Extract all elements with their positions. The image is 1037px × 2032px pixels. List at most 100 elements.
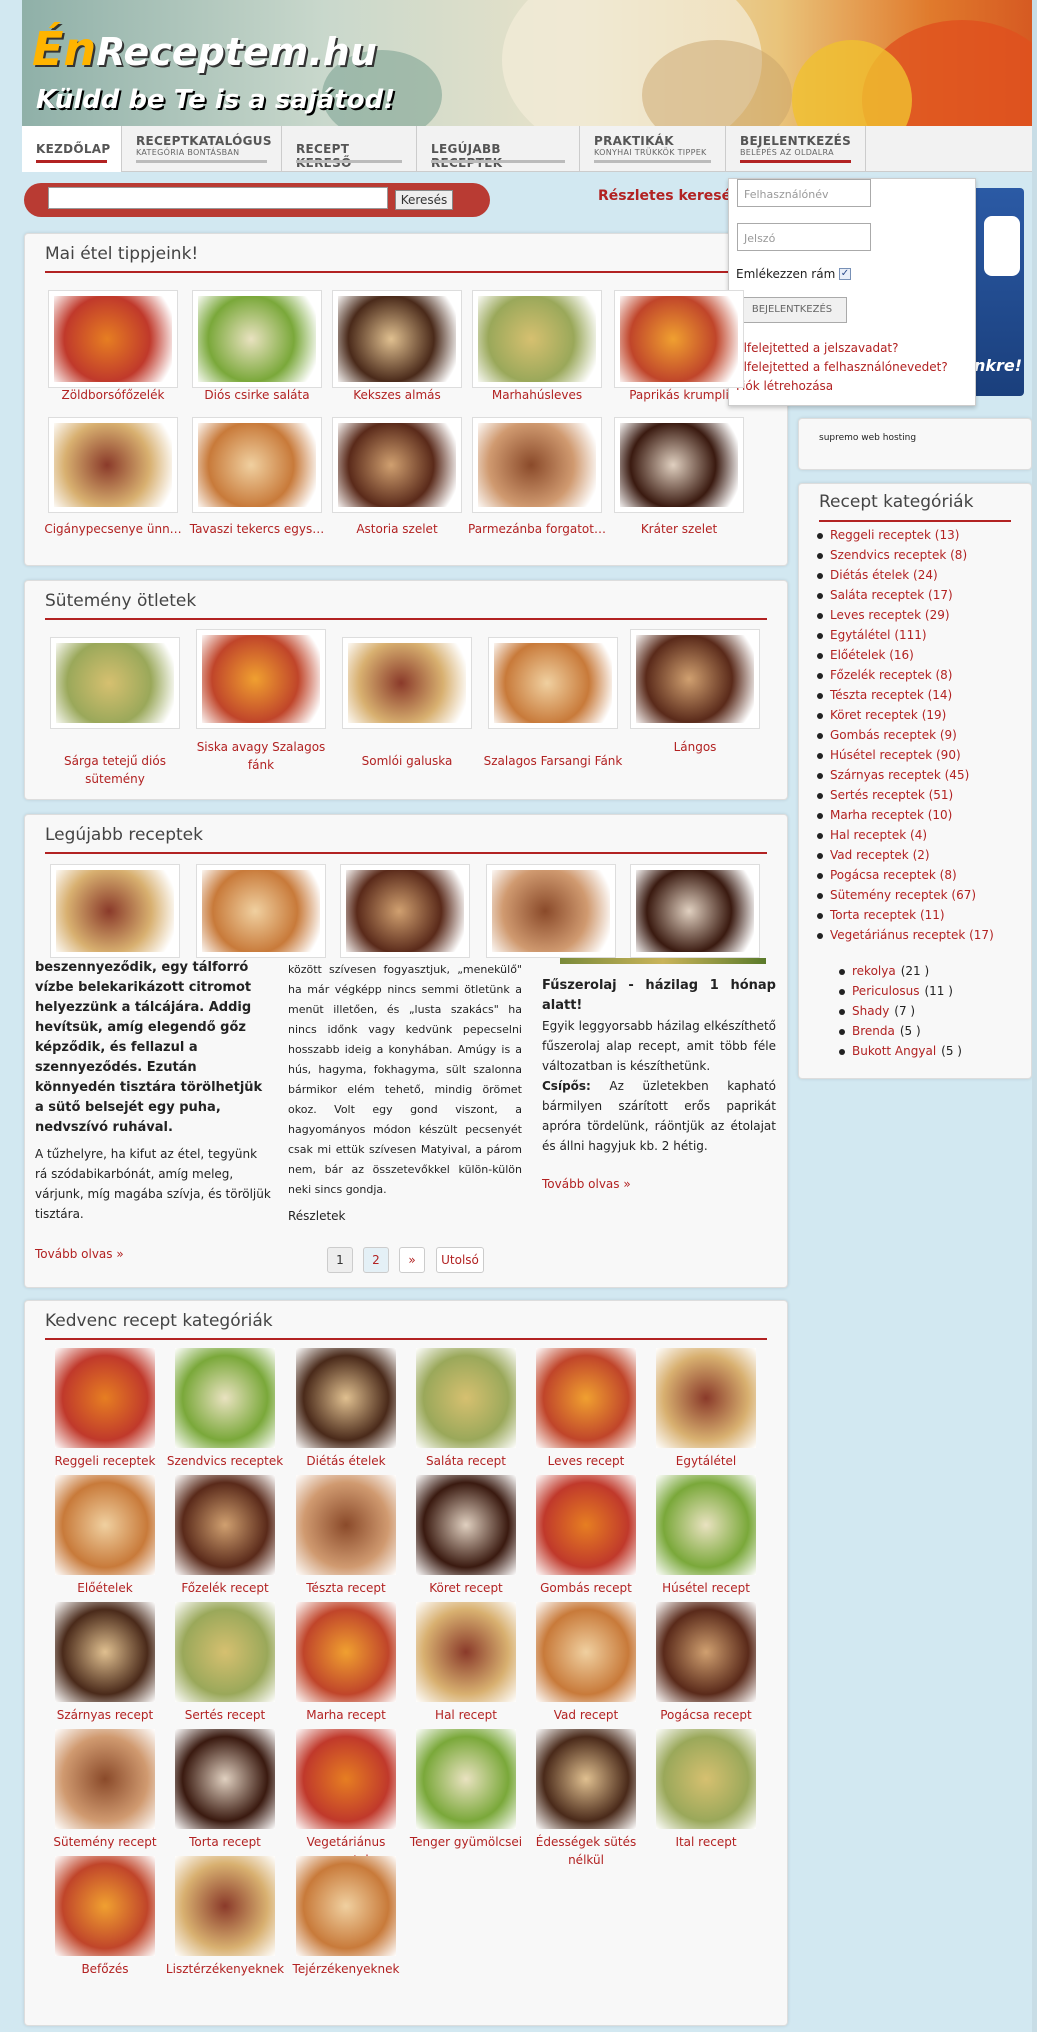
cake-thumb[interactable] [196,629,326,729]
top-user-item[interactable]: Bukott Angyal (5 ) [839,1044,962,1058]
side-category-item[interactable]: Köret receptek (19) [817,708,946,722]
category-image[interactable] [656,1348,756,1448]
top-user-item[interactable]: Periculosus (11 ) [839,984,953,998]
side-category-item[interactable]: Szárnyas receptek (45) [817,768,969,782]
newest-thumb[interactable] [486,864,616,958]
username-input[interactable]: Felhasználónév [737,179,871,207]
recipe-title[interactable]: Kráter szelet [606,520,752,538]
search-input[interactable] [48,187,388,209]
cake-title[interactable]: Somlói galuska [334,752,480,770]
category-title[interactable]: Leves recept [522,1452,650,1470]
cake-thumb[interactable] [50,637,180,729]
category-image[interactable] [55,1475,155,1575]
cake-thumb[interactable] [488,637,618,729]
category-title[interactable]: Lisztérzékenyeknek [161,1960,289,1978]
cake-title[interactable]: Szalagos Farsangi Fánk [480,752,626,770]
hosting-link[interactable]: supremo web hosting [819,433,916,443]
nav-login[interactable]: BEJELENTKEZÉS BELÉPÉS AZ OLDALRA [726,126,866,172]
category-title[interactable]: Sütemény recept [41,1833,169,1851]
login-button[interactable]: BEJELENTKEZÉS [737,297,847,323]
recipe-thumb[interactable] [48,290,178,388]
remember-checkbox[interactable]: ✓ [839,268,851,280]
nav-tips[interactable]: PRAKTIKÁK KONYHAI TRÜKKÖK TIPPEK [580,126,726,172]
recipe-title[interactable]: Parmezánba forgatot… [464,520,610,538]
category-image[interactable] [296,1856,396,1956]
recipe-title[interactable]: Paprikás krumpli [606,386,752,404]
category-image[interactable] [536,1475,636,1575]
category-title[interactable]: Saláta recept [402,1452,530,1470]
cake-thumb[interactable] [630,629,760,729]
category-title[interactable]: Tejérzékenyeknek [282,1960,410,1978]
category-image[interactable] [536,1348,636,1448]
category-image[interactable] [55,1856,155,1956]
category-image[interactable] [656,1602,756,1702]
recipe-thumb[interactable] [614,290,744,388]
nav-catalog[interactable]: RECEPTKATALÓGUS KATEGÓRIA BONTÁSBAN [122,126,282,172]
recipe-title[interactable]: Diós csirke saláta [184,386,330,404]
newest-thumb[interactable] [340,864,470,958]
category-image[interactable] [416,1729,516,1829]
newest-thumb[interactable] [50,864,180,958]
recipe-thumb[interactable] [472,417,602,513]
category-title[interactable]: Édességek sütés nélkül [522,1833,650,1869]
category-title[interactable]: Gombás recept [522,1579,650,1597]
category-title[interactable]: Vad recept [522,1706,650,1724]
category-image[interactable] [55,1348,155,1448]
category-title[interactable]: Ital recept [642,1833,770,1851]
category-title[interactable]: Szárnyas recept [41,1706,169,1724]
article-3-title[interactable]: Fűszerolaj - házilag 1 hónap alatt! [542,976,776,1016]
side-category-item[interactable]: Reggeli receptek (13) [817,528,959,542]
recipe-thumb[interactable] [332,290,462,388]
category-image[interactable] [175,1856,275,1956]
article-2-more[interactable]: Részletek [288,1206,522,1226]
forgot-username-link[interactable]: Elfelejtetted a felhasználónevedet? [736,360,948,374]
article-3-more[interactable]: Tovább olvas » [542,1174,776,1194]
nav-home[interactable]: KEZDŐLAP [22,126,122,172]
category-image[interactable] [175,1348,275,1448]
side-category-item[interactable]: Saláta receptek (17) [817,588,953,602]
recipe-title[interactable]: Tavaszi tekercs egys… [184,520,330,538]
category-title[interactable]: Pogácsa recept [642,1706,770,1724]
side-category-item[interactable]: Vad receptek (2) [817,848,930,862]
side-category-item[interactable]: Gombás receptek (9) [817,728,957,742]
category-image[interactable] [536,1729,636,1829]
side-categories-scroll[interactable]: Reggeli receptek (13) Szendvics receptek … [817,528,1025,948]
article-1-more[interactable]: Tovább olvas » [35,1244,273,1264]
nav-newest[interactable]: LEGÚJABB RECEPTEK [417,126,580,172]
category-image[interactable] [296,1475,396,1575]
side-category-item[interactable]: Húsétel receptek (90) [817,748,961,762]
side-category-item[interactable]: Pogácsa receptek (8) [817,868,957,882]
category-image[interactable] [656,1475,756,1575]
side-category-item[interactable]: Főzelék receptek (8) [817,668,952,682]
category-title[interactable]: Egytálétel [642,1452,770,1470]
category-title[interactable]: Diétás ételek [282,1452,410,1470]
side-category-item[interactable]: Hal receptek (4) [817,828,927,842]
advanced-search-link[interactable]: Részletes keresés [598,188,739,204]
category-image[interactable] [55,1729,155,1829]
category-title[interactable]: Húsétel recept [642,1579,770,1597]
side-category-item[interactable]: Sertés receptek (51) [817,788,953,802]
recipe-thumb[interactable] [472,290,602,388]
category-title[interactable]: Reggeli receptek [41,1452,169,1470]
category-title[interactable]: Köret recept [402,1579,530,1597]
category-title[interactable]: Tenger gyümölcsei [402,1833,530,1851]
category-image[interactable] [55,1602,155,1702]
side-category-item[interactable]: Egytálétel (111) [817,628,927,642]
category-image[interactable] [656,1729,756,1829]
category-image[interactable] [175,1475,275,1575]
page-next[interactable]: » [399,1247,425,1273]
page-2[interactable]: 2 [363,1247,389,1273]
side-category-item[interactable]: Leves receptek (29) [817,608,950,622]
side-category-item[interactable]: Diétás ételek (24) [817,568,938,582]
cake-thumb[interactable] [342,637,472,729]
nav-search[interactable]: RECEPT KERESŐ [282,126,417,172]
recipe-thumb[interactable] [332,417,462,513]
side-category-item[interactable]: Szendvics receptek (8) [817,548,967,562]
category-image[interactable] [296,1602,396,1702]
recipe-title[interactable]: Zöldborsófőzelék [40,386,186,404]
cake-title[interactable]: Lángos [622,738,768,756]
category-image[interactable] [416,1475,516,1575]
category-title[interactable]: Hal recept [402,1706,530,1724]
category-title[interactable]: Tészta recept [282,1579,410,1597]
category-image[interactable] [175,1729,275,1829]
